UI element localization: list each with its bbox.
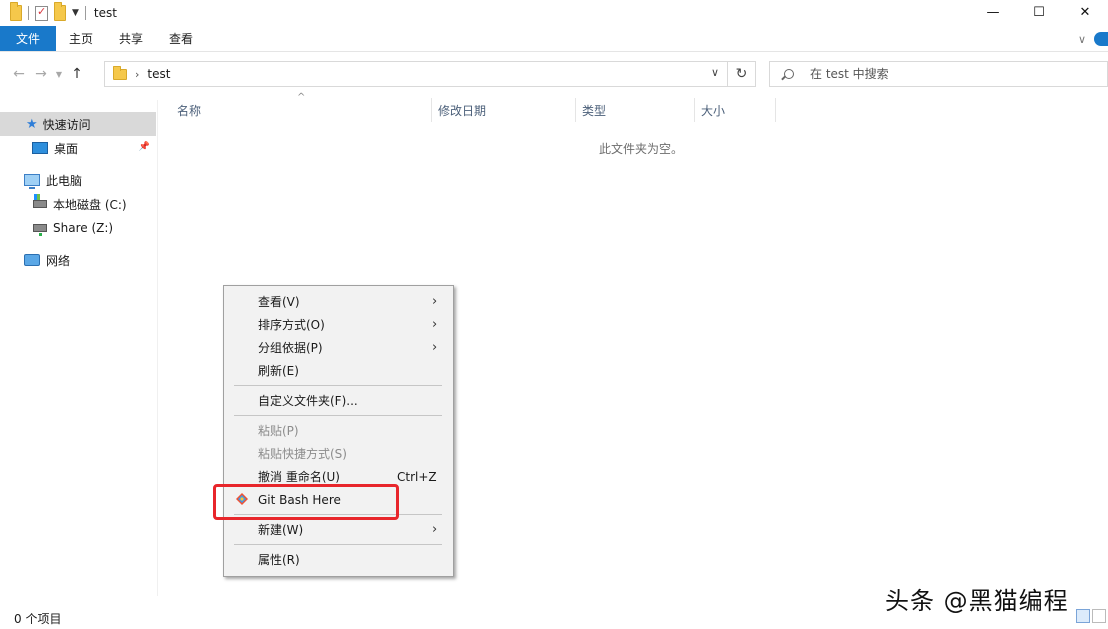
nav-local-disk-c[interactable]: 本地磁盘 (C:) [0, 192, 156, 216]
ribbon-right-controls: ∨ [1078, 26, 1108, 52]
folder-icon [10, 2, 22, 21]
properties-icon[interactable] [35, 5, 48, 21]
desktop-icon [32, 142, 48, 154]
menu-label: 分组依据(P) [258, 341, 323, 355]
menu-item-refresh[interactable]: 刷新(E) [224, 359, 453, 382]
nav-share-z[interactable]: Share (Z:) [0, 216, 156, 240]
sort-ascending-icon: ^ [297, 92, 306, 103]
navigation-pane: ★ 快速访问 桌面 📌 此电脑 本地磁盘 (C:) Share (Z:) 网络 [0, 100, 158, 596]
status-item-count: 0 个项目 [14, 612, 62, 626]
nav-label: 网络 [46, 253, 71, 268]
menu-label: 查看(V) [258, 295, 300, 309]
address-bar[interactable]: › test ∨ [104, 61, 728, 87]
column-type[interactable]: 类型 [576, 96, 606, 124]
menu-label: 粘贴(P) [258, 424, 299, 438]
menu-item-customize-folder[interactable]: 自定义文件夹(F)... [224, 389, 453, 412]
network-drive-icon [33, 224, 47, 236]
menu-item-sort[interactable]: 排序方式(O) › [224, 313, 453, 336]
star-icon: ★ [26, 116, 38, 132]
menu-label: 新建(W) [258, 523, 304, 537]
menu-separator [234, 385, 442, 386]
column-headers: ^ 名称 修改日期 类型 大小 [158, 92, 1108, 124]
customize-toolbar-arrow-icon[interactable]: ▼ [72, 8, 79, 18]
column-size[interactable]: 大小 [695, 96, 725, 124]
tab-view[interactable]: 查看 [156, 26, 206, 51]
menu-label: 属性(R) [258, 553, 300, 567]
nav-label: 此电脑 [46, 173, 83, 188]
menu-item-paste-shortcut[interactable]: 粘贴快捷方式(S) [224, 442, 453, 465]
column-name[interactable]: 名称 [171, 96, 201, 124]
menu-label: 粘贴快捷方式(S) [258, 447, 347, 461]
address-dropdown-chevron-icon[interactable]: ∨ [711, 66, 719, 79]
menu-separator [234, 415, 442, 416]
ribbon-tabs: 文件 主页 共享 查看 ∨ [0, 26, 1108, 52]
refresh-icon: ↻ [735, 66, 748, 82]
title-bar: ▼ test — ☐ ✕ [0, 0, 1108, 26]
tab-file[interactable]: 文件 [0, 26, 56, 51]
close-button[interactable]: ✕ [1062, 0, 1108, 24]
back-arrow-icon[interactable]: ← [8, 66, 30, 82]
up-arrow-icon[interactable]: ↑ [66, 66, 88, 82]
nav-label: 本地磁盘 (C:) [53, 197, 127, 212]
nav-label: 快速访问 [42, 117, 91, 132]
context-menu: 查看(V) › 排序方式(O) › 分组依据(P) › 刷新(E) 自定义文件夹… [223, 285, 454, 577]
toolbar-divider [84, 6, 86, 20]
pin-icon[interactable]: 📌 [139, 142, 150, 152]
address-row: ← → ▼ ↑ › test ∨ ↻ [0, 58, 1108, 90]
menu-separator [234, 544, 442, 545]
maximize-button[interactable]: ☐ [1016, 0, 1062, 24]
empty-folder-message: 此文件夹为空。 [599, 142, 684, 156]
menu-item-view[interactable]: 查看(V) › [224, 290, 453, 313]
help-icon[interactable] [1094, 32, 1108, 46]
menu-label: 刷新(E) [258, 364, 299, 378]
folder-icon [113, 65, 127, 80]
menu-item-new[interactable]: 新建(W) › [224, 518, 453, 541]
tab-share[interactable]: 共享 [106, 26, 156, 51]
nav-network[interactable]: 网络 [0, 248, 156, 272]
recent-locations-chevron-icon[interactable]: ▼ [52, 70, 66, 79]
menu-item-group[interactable]: 分组依据(P) › [224, 336, 453, 359]
breadcrumb-test[interactable]: test [147, 67, 170, 81]
refresh-button[interactable]: ↻ [728, 61, 756, 87]
network-icon [24, 254, 40, 266]
quick-access-toolbar: ▼ [0, 2, 86, 21]
breadcrumb-separator-icon[interactable]: › [135, 68, 139, 81]
tab-home[interactable]: 主页 [56, 26, 106, 51]
window-title: test [93, 6, 117, 20]
window-controls: — ☐ ✕ [970, 0, 1108, 24]
explorer-window: ▼ test — ☐ ✕ 文件 主页 共享 查看 ∨ ← → ▼ ↑ › tes… [0, 0, 1108, 629]
nav-label: 桌面 [54, 141, 79, 156]
nav-quick-access[interactable]: ★ 快速访问 [0, 112, 156, 136]
computer-icon [24, 174, 40, 189]
menu-label: 自定义文件夹(F)... [258, 394, 358, 408]
search-icon [784, 69, 794, 79]
menu-shortcut: Ctrl+Z [397, 469, 437, 484]
windows-drive-icon [33, 194, 47, 208]
expand-ribbon-chevron-icon[interactable]: ∨ [1078, 33, 1086, 46]
menu-label: 排序方式(O) [258, 318, 325, 332]
submenu-arrow-icon: › [432, 317, 438, 332]
details-view-icon[interactable] [1076, 609, 1090, 623]
nav-this-pc[interactable]: 此电脑 [0, 168, 156, 192]
menu-item-properties[interactable]: 属性(R) [224, 548, 453, 571]
highlight-annotation-box [213, 484, 399, 520]
forward-arrow-icon[interactable]: → [30, 66, 52, 82]
new-folder-icon[interactable] [54, 2, 66, 21]
submenu-arrow-icon: › [432, 522, 438, 537]
toolbar-divider [28, 6, 29, 20]
menu-label: 撤消 重命名(U) [258, 470, 340, 484]
menu-item-paste[interactable]: 粘贴(P) [224, 419, 453, 442]
submenu-arrow-icon: › [432, 294, 438, 309]
large-icons-view-icon[interactable] [1092, 609, 1106, 623]
nav-desktop[interactable]: 桌面 📌 [0, 136, 156, 160]
nav-label: Share (Z:) [53, 221, 114, 235]
column-divider[interactable] [775, 98, 776, 122]
search-input[interactable] [810, 67, 1060, 81]
search-box[interactable] [769, 61, 1108, 87]
submenu-arrow-icon: › [432, 340, 438, 355]
minimize-button[interactable]: — [970, 0, 1016, 24]
view-toggle [1076, 609, 1106, 623]
column-date-modified[interactable]: 修改日期 [432, 96, 486, 124]
watermark-text: 头条 @黑猫编程 [885, 587, 1069, 615]
